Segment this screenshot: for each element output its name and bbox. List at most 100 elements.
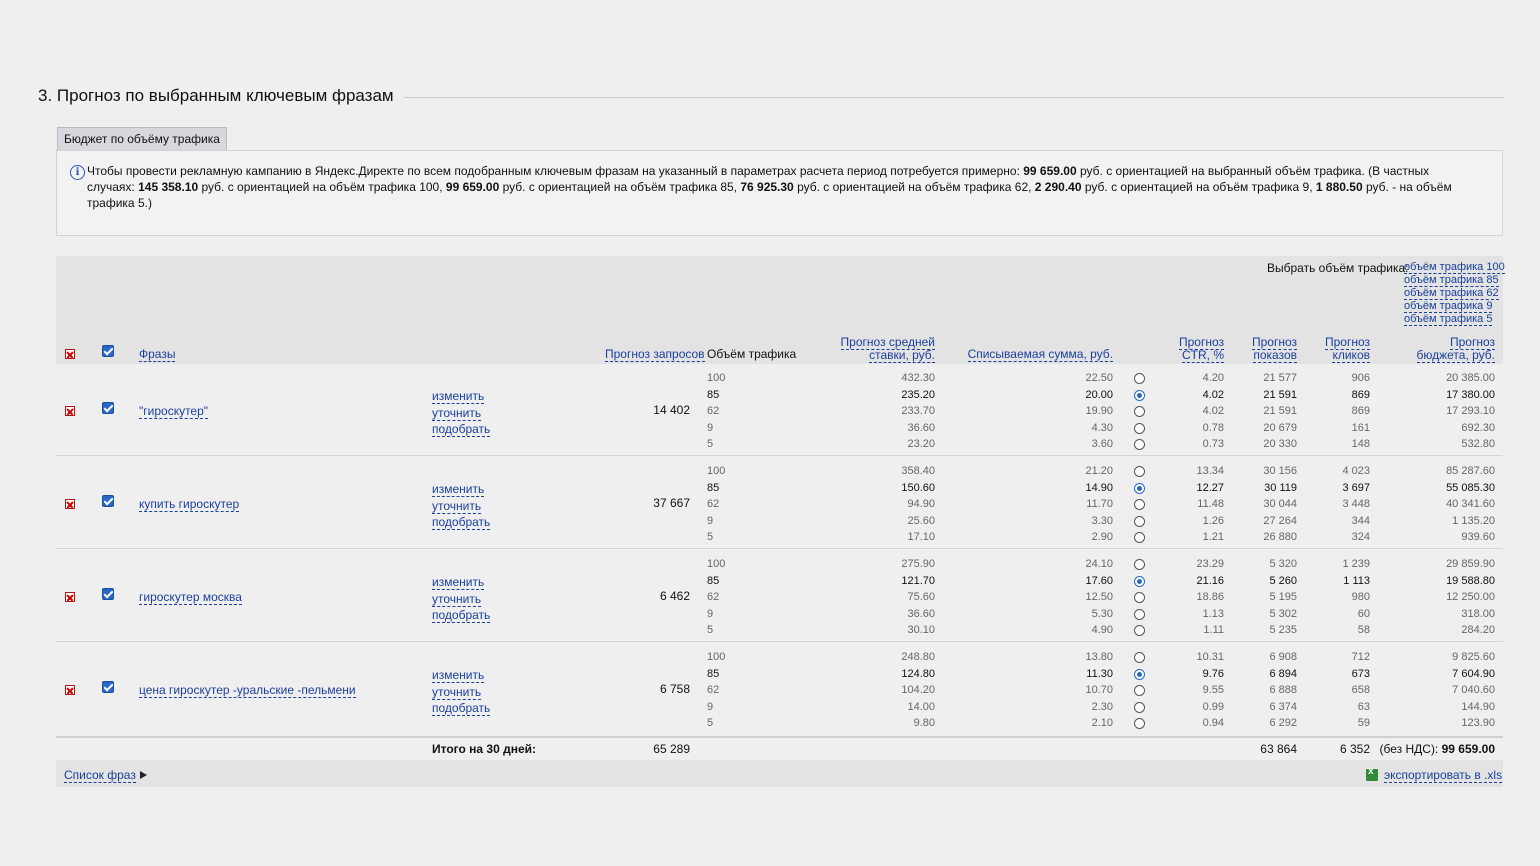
bid-value: 23.20 — [907, 438, 935, 450]
col-phrases-sort[interactable]: Фразы — [139, 347, 176, 362]
pick-phrase-link[interactable]: подобрать — [432, 515, 491, 531]
volume-radio[interactable] — [1134, 482, 1145, 494]
select-volume-5-link[interactable]: объём трафика 5 — [1404, 313, 1493, 326]
delete-phrase-icon[interactable] — [65, 499, 75, 509]
volume-radio[interactable] — [1134, 685, 1145, 696]
volume-radio[interactable] — [1134, 625, 1145, 636]
delete-all-icon[interactable] — [65, 349, 75, 359]
phrase-checkbox[interactable] — [102, 681, 114, 693]
shows-value: 21 591 — [1263, 405, 1297, 417]
volume-radio[interactable] — [1134, 532, 1145, 543]
row-divider — [56, 455, 1503, 456]
change-phrase-link[interactable]: изменить — [432, 482, 485, 497]
phrase-link[interactable]: "гироскутер" — [139, 404, 209, 419]
refine-phrase-link[interactable]: уточнить — [432, 685, 482, 700]
delete-phrase-icon[interactable] — [65, 592, 75, 602]
select-volume-85-link[interactable]: объём трафика 85 — [1404, 274, 1499, 287]
ctr-value: 4.02 — [1202, 388, 1224, 401]
phrase-checkbox[interactable] — [102, 588, 114, 600]
volume-radio[interactable] — [1134, 439, 1145, 450]
budget-value: 144.90 — [1461, 700, 1495, 713]
charge-value: 3.60 — [1091, 438, 1113, 450]
row-divider — [56, 548, 1503, 549]
budget-value: 7 604.90 — [1452, 667, 1495, 680]
col-budget-sort-l2[interactable]: бюджета, руб. — [1416, 348, 1495, 363]
volume-radio[interactable] — [1134, 389, 1145, 401]
col-requests-sort[interactable]: Прогноз запросов — [605, 347, 705, 362]
select-volume-62-link[interactable]: объём трафика 62 — [1404, 287, 1499, 300]
change-phrase-link[interactable]: изменить — [432, 668, 485, 683]
pick-phrase-link[interactable]: подобрать — [432, 608, 491, 624]
pick-phrase-link[interactable]: подобрать — [432, 701, 491, 717]
col-volume: Объём трафика — [707, 347, 797, 361]
phrase-list-link[interactable]: Список фраз — [64, 768, 136, 783]
phrase-checkbox[interactable] — [102, 495, 114, 507]
bid-value: 233.70 — [901, 405, 935, 417]
ctr-value: 11.48 — [1197, 498, 1224, 510]
refine-phrase-link[interactable]: уточнить — [432, 499, 482, 514]
ctr-value: 0.99 — [1202, 700, 1224, 713]
col-ctr-sort-l2[interactable]: CTR, % — [1182, 348, 1224, 363]
tab-budget-by-traffic[interactable]: Бюджет по объёму трафика — [57, 127, 227, 150]
volume-value: 100 — [707, 558, 726, 570]
volume-value: 9 — [707, 421, 714, 434]
phrase-link[interactable]: цена гироскутер -уральские -пельмени — [139, 683, 356, 698]
phrase-list-toggle[interactable]: Список фраз — [64, 768, 147, 783]
phrase-link[interactable]: гироскутер москва — [139, 590, 242, 605]
volume-radio[interactable] — [1134, 652, 1145, 663]
volume-radio[interactable] — [1134, 559, 1145, 570]
delete-phrase-icon[interactable] — [65, 685, 75, 695]
delete-phrase-icon[interactable] — [65, 406, 75, 416]
shows-value: 5 302 — [1269, 607, 1297, 620]
clicks-value: 4 023 — [1342, 465, 1370, 477]
clicks-value: 148 — [1351, 438, 1370, 450]
col-shows-sort-l2[interactable]: показов — [1253, 348, 1297, 363]
clicks-value: 60 — [1357, 607, 1370, 620]
change-phrase-link[interactable]: изменить — [432, 575, 485, 590]
info-icon: i — [70, 165, 85, 180]
volume-radio[interactable] — [1134, 515, 1145, 527]
volume-value: 9 — [707, 700, 714, 713]
ctr-value: 0.73 — [1202, 438, 1224, 450]
budget-value: 29 859.90 — [1446, 558, 1495, 570]
select-all-checkbox[interactable] — [102, 345, 114, 357]
volume-radio[interactable] — [1134, 466, 1145, 477]
ctr-value: 10.31 — [1196, 651, 1224, 663]
volume-radio[interactable] — [1134, 422, 1145, 434]
volume-radio[interactable] — [1134, 608, 1145, 620]
volume-radio[interactable] — [1134, 668, 1145, 680]
select-volume-9-link[interactable]: объём трафика 9 — [1404, 300, 1493, 313]
select-volume-100-link[interactable]: объём трафика 100 — [1404, 261, 1505, 274]
phrase-link[interactable]: купить гироскутер — [139, 497, 240, 512]
ctr-value: 18.86 — [1196, 591, 1224, 603]
budget-value: 40 341.60 — [1446, 498, 1495, 510]
volume-radio[interactable] — [1134, 575, 1145, 587]
volume-radio[interactable] — [1134, 499, 1145, 510]
ctr-value: 13.34 — [1196, 465, 1224, 477]
volume-radio[interactable] — [1134, 406, 1145, 417]
charge-value: 13.80 — [1085, 651, 1113, 663]
bid-value: 36.60 — [907, 421, 935, 434]
volume-radio[interactable] — [1134, 373, 1145, 384]
clicks-value: 161 — [1351, 421, 1370, 434]
refine-phrase-link[interactable]: уточнить — [432, 592, 482, 607]
ctr-value: 1.13 — [1202, 607, 1224, 620]
col-bid-sort-l2[interactable]: ставки, руб. — [869, 348, 935, 363]
volume-value: 62 — [707, 591, 720, 603]
change-phrase-link[interactable]: изменить — [432, 389, 485, 404]
phrase-checkbox[interactable] — [102, 402, 114, 414]
col-charge-sort[interactable]: Списываемая сумма, руб. — [967, 347, 1113, 362]
volume-radio[interactable] — [1134, 718, 1145, 729]
bid-value: 25.60 — [907, 514, 935, 527]
section-title-text: 3. Прогноз по выбранным ключевым фразам — [38, 86, 394, 105]
volume-radio[interactable] — [1134, 592, 1145, 603]
refine-phrase-link[interactable]: уточнить — [432, 406, 482, 421]
shows-value: 30 119 — [1264, 481, 1297, 494]
export-xls-link[interactable]: экспортировать в .xls — [1384, 768, 1503, 783]
budget-value: 20 385.00 — [1446, 372, 1495, 384]
charge-value: 3.30 — [1091, 514, 1113, 527]
pick-phrase-link[interactable]: подобрать — [432, 422, 491, 438]
volume-radio[interactable] — [1134, 701, 1145, 713]
col-clicks-sort-l2[interactable]: кликов — [1332, 348, 1370, 363]
shows-value: 6 374 — [1269, 700, 1297, 713]
